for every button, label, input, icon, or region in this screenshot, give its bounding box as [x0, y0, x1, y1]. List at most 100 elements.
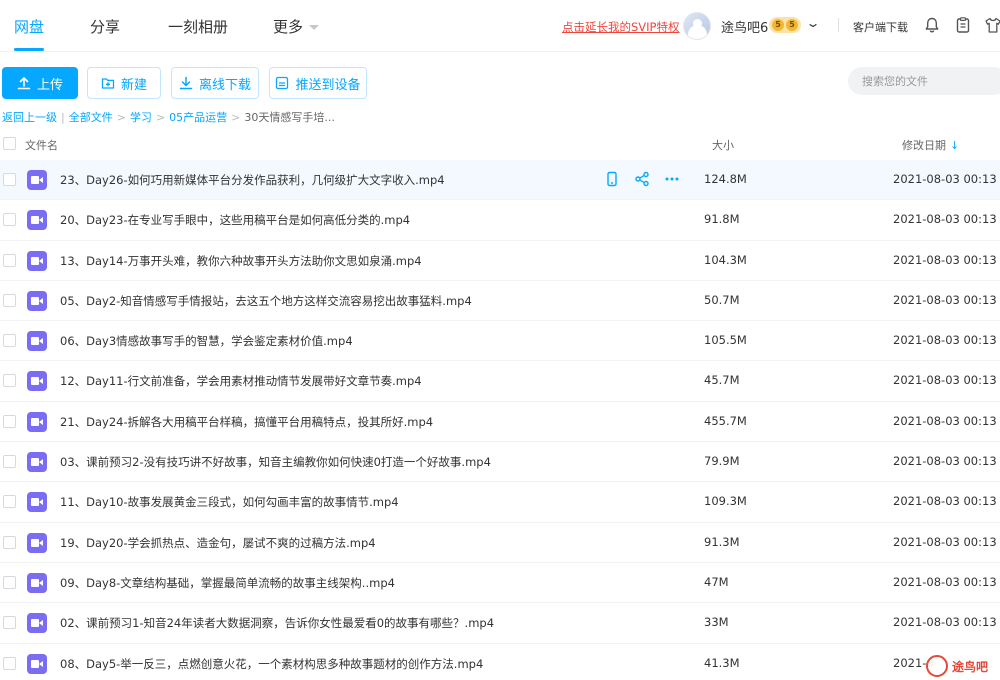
table-row[interactable]: 20、Day23-在专业写手眼中，这些用稿平台是如何高低分类的.mp4 91.8M…	[0, 200, 1000, 241]
svip-renew-link[interactable]: 点击延长我的SVIP特权	[562, 19, 680, 35]
table-row[interactable]: 02、课前预习1-知音24年读者大数据洞察，告诉你女性最爱看0的故事有哪些？.m…	[0, 603, 1000, 644]
file-list: 23、Day26-如何巧用新媒体平台分发作品获利，几何级扩大文字收入.mp4 12…	[0, 160, 1000, 680]
file-name[interactable]: 11、Day10-故事发展黄金三段式，如何勾画丰富的故事情节.mp4	[60, 494, 399, 510]
tab-share[interactable]: 分享	[90, 16, 120, 37]
push-to-device-button[interactable]: 推送到设备	[269, 67, 367, 99]
table-row[interactable]: 23、Day26-如何巧用新媒体平台分发作品获利，几何级扩大文字收入.mp4 12…	[0, 160, 1000, 201]
row-checkbox[interactable]	[3, 414, 16, 428]
table-row[interactable]: 08、Day5-举一反三，点燃创意火花，一个素材构思多种故事题材的创作方法.mp…	[0, 644, 1000, 680]
file-size: 91.8M	[704, 212, 740, 227]
file-size: 124.8M	[704, 172, 747, 186]
user-menu-chevron-icon[interactable]: ⌄	[805, 16, 820, 30]
file-modified-date: 2021-08-03 00:13	[893, 252, 997, 267]
upload-icon	[17, 77, 31, 90]
device-icon	[276, 76, 289, 90]
video-file-icon	[27, 492, 47, 513]
row-checkbox[interactable]	[3, 213, 16, 227]
video-file-icon	[27, 371, 47, 392]
tab-netdisk[interactable]: 网盘	[14, 16, 44, 37]
share-icon[interactable]	[634, 171, 650, 187]
file-name[interactable]: 03、课前预习2-没有技巧讲不好故事，知音主编教你如何快速0打造一个好故事.mp…	[60, 454, 491, 470]
file-size: 33M	[704, 615, 729, 630]
offline-download-button[interactable]: 离线下载	[171, 67, 259, 99]
row-checkbox[interactable]	[3, 173, 16, 186]
row-checkbox[interactable]	[3, 495, 16, 509]
file-name[interactable]: 20、Day23-在专业写手眼中，这些用稿平台是如何高低分类的.mp4	[60, 212, 410, 228]
row-checkbox[interactable]	[3, 293, 16, 307]
tab-more[interactable]: 更多	[273, 16, 320, 37]
header-filename[interactable]: 文件名	[25, 137, 58, 153]
file-name[interactable]: 21、Day24-拆解各大用稿平台样稿，搞懂平台用稿特点，投其所好.mp4	[60, 414, 433, 430]
send-to-phone-icon[interactable]	[604, 171, 620, 187]
breadcrumb-separator: >	[155, 110, 166, 124]
row-checkbox[interactable]	[3, 616, 16, 630]
upload-button[interactable]: 上传	[2, 67, 78, 99]
table-row[interactable]: 05、Day2-知音情感写手情报站，去这五个地方这样交流容易挖出故事猛料.mp4…	[0, 281, 1000, 322]
breadcrumb-item-all-files[interactable]: 全部文件	[69, 109, 113, 125]
header-modified-date-label: 修改日期	[902, 139, 946, 152]
header-modified-date[interactable]: 修改日期 ↓	[902, 137, 959, 153]
table-row[interactable]: 19、Day20-学会抓热点、造金句，屡试不爽的过稿方法.mp4 91.3M 202…	[0, 523, 1000, 563]
select-all-checkbox[interactable]	[3, 137, 16, 150]
file-name[interactable]: 23、Day26-如何巧用新媒体平台分发作品获利，几何级扩大文字收入.mp4	[60, 172, 445, 188]
breadcrumb-separator: >	[116, 110, 126, 124]
sort-desc-icon: ↓	[950, 139, 960, 152]
shirt-icon[interactable]	[984, 16, 1000, 34]
clipboard-icon[interactable]	[954, 16, 972, 34]
breadcrumb-separator: |	[61, 110, 65, 124]
table-row[interactable]: 03、课前预习2-没有技巧讲不好故事，知音主编教你如何快速0打造一个好故事.mp…	[0, 442, 1000, 483]
file-size: 91.3M	[704, 534, 740, 549]
file-name[interactable]: 13、Day14-万事开头难，教你六种故事开头方法助你文思如泉涌.mp4	[60, 253, 422, 269]
new-folder-button[interactable]: 新建	[87, 67, 161, 99]
file-name[interactable]: 05、Day2-知音情感写手情报站，去这五个地方这样交流容易挖出故事猛料.mp4	[60, 293, 472, 309]
file-size: 105.5M	[704, 333, 747, 348]
file-size: 79.9M	[704, 454, 740, 469]
tab-album[interactable]: 一刻相册	[168, 16, 228, 37]
breadcrumb-item-product-ops[interactable]: 05产品运营	[169, 109, 227, 125]
row-checkbox[interactable]	[3, 575, 16, 589]
video-file-icon	[27, 290, 47, 311]
file-size: 41.3M	[704, 655, 740, 670]
header-size[interactable]: 大小	[712, 137, 734, 153]
breadcrumb-back-link[interactable]: 返回上一级	[2, 109, 57, 125]
row-checkbox[interactable]	[3, 334, 16, 348]
row-checkbox[interactable]	[3, 656, 16, 670]
row-checkbox[interactable]	[3, 535, 16, 549]
file-modified-date: 2021-08-03 00:13	[893, 574, 997, 589]
tab-more-label: 更多	[273, 18, 304, 36]
avatar[interactable]	[683, 12, 711, 40]
file-name[interactable]: 19、Day20-学会抓热点、造金句，屡试不爽的过稿方法.mp4	[60, 535, 376, 551]
file-modified-date: 2021-08-03 00:13	[893, 454, 997, 469]
file-name[interactable]: 08、Day5-举一反三，点燃创意火花，一个素材构思多种故事题材的创作方法.mp…	[60, 656, 483, 672]
table-row[interactable]: 12、Day11-行文前准备，学会用素材推动情节发展带好文章节奏.mp4 45.7…	[0, 361, 1000, 402]
more-options-icon[interactable]	[664, 171, 680, 187]
table-row[interactable]: 06、Day3情感故事写手的智慧，学会鉴定素材价值.mp4 105.5M 2021-…	[0, 321, 1000, 362]
video-file-icon	[27, 613, 47, 634]
file-size: 47M	[704, 574, 729, 589]
breadcrumb-item-study[interactable]: 学习	[130, 109, 152, 125]
file-name[interactable]: 06、Day3情感故事写手的智慧，学会鉴定素材价值.mp4	[60, 333, 353, 349]
file-size: 45.7M	[704, 373, 740, 388]
upload-label: 上传	[36, 77, 63, 93]
file-size: 455.7M	[704, 413, 747, 428]
table-row[interactable]: 21、Day24-拆解各大用稿平台样稿，搞懂平台用稿特点，投其所好.mp4 455…	[0, 402, 1000, 443]
push-to-device-label: 推送到设备	[295, 77, 361, 93]
table-row[interactable]: 09、Day8-文章结构基础，掌握最简单流畅的故事主线架构..mp4 47M 202…	[0, 563, 1000, 604]
client-download-link[interactable]: 客户端下载	[853, 19, 908, 35]
file-modified-date: 2021-08-03 00:13	[893, 494, 997, 509]
table-row[interactable]: 13、Day14-万事开头难，教你六种故事开头方法助你文思如泉涌.mp4 104.…	[0, 241, 1000, 281]
video-file-icon	[27, 210, 47, 231]
file-modified-date: 2021-08-03 00:13	[893, 172, 997, 186]
table-row[interactable]: 11、Day10-故事发展黄金三段式，如何勾画丰富的故事情节.mp4 109.3M…	[0, 482, 1000, 523]
row-checkbox[interactable]	[3, 374, 16, 388]
bell-icon[interactable]	[923, 16, 941, 34]
file-name[interactable]: 12、Day11-行文前准备，学会用素材推动情节发展带好文章节奏.mp4	[60, 373, 422, 389]
row-checkbox[interactable]	[3, 253, 16, 267]
file-name[interactable]: 02、课前预习1-知音24年读者大数据洞察，告诉你女性最爱看0的故事有哪些？.m…	[60, 615, 494, 631]
username[interactable]: 途鸟吧6	[721, 17, 768, 36]
search-input[interactable]	[848, 67, 1000, 95]
row-checkbox[interactable]	[3, 455, 16, 469]
file-name[interactable]: 09、Day8-文章结构基础，掌握最简单流畅的故事主线架构..mp4	[60, 575, 395, 591]
vip-badge: 5 5	[769, 17, 801, 33]
file-modified-date: 2021-08-03 00:13	[893, 534, 997, 549]
